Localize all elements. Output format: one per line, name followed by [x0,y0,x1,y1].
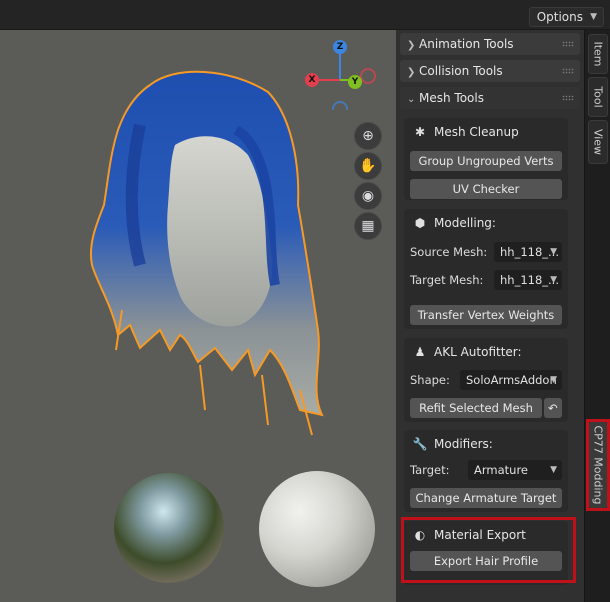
3d-viewport[interactable]: Z X Y ⊕ ✋ ◉ ▦ [0,30,396,602]
change-armature-target-button[interactable]: Change Armature Target [410,488,562,508]
pan-hand-icon[interactable]: ✋ [354,152,382,180]
refit-selected-mesh-button[interactable]: Refit Selected Mesh [410,398,542,418]
drag-grip-icon[interactable] [562,68,574,74]
axis-y-ball[interactable]: Y [348,75,362,89]
subpanel-akl-autofitter: ♟ AKL Autofitter: Shape: SoloArmsAddon ▼ R… [404,338,568,422]
panel-title: Mesh Tools [419,91,484,105]
subpanel-title: 🔧 Modifiers: [412,436,493,452]
options-dropdown[interactable]: Options ▼ [528,7,604,27]
undo-refit-button[interactable]: ↶ [544,398,562,418]
panel-collision-tools[interactable]: ❯ Collision Tools [400,60,580,82]
axis-z-label: Z [336,42,344,52]
subpanel-mesh-cleanup: ✱ Mesh Cleanup Group Ungrouped Verts UV C… [404,118,568,200]
subpanel-modifiers: 🔧 Modifiers: Target: Armature ▼ Change Arm… [404,430,568,512]
sidebar-tabs: Item Tool View CP77 Modding [584,30,610,602]
tab-tool[interactable]: Tool [588,77,608,117]
mesh-cleanup-title: Mesh Cleanup [434,125,519,139]
axis-x-ball[interactable]: X [305,73,319,87]
material-export-highlight-box [401,517,576,583]
armature-target-dropdown[interactable]: Armature ▼ [468,460,562,480]
tab-item[interactable]: Item [588,34,608,74]
navigation-gizmo[interactable]: Z X Y [300,40,380,110]
shape-label: Shape: [410,373,450,387]
panel-title: Animation Tools [419,37,514,51]
source-mesh-dropdown[interactable]: hh_118_... ▼ [494,242,562,262]
armature-target-value: Armature [474,463,528,477]
chevron-down-icon: ▼ [550,465,557,475]
figure-icon: ♟ [414,345,426,359]
panel-animation-tools[interactable]: ❯ Animation Tools [400,33,580,55]
autofitter-title: AKL Autofitter: [434,345,522,359]
chevron-right-icon: ❯ [407,40,416,51]
axis-y-label: Y [351,77,359,87]
wrench-icon: 🔧 [412,437,428,451]
drag-grip-icon[interactable] [562,41,574,47]
tab-view-label: View [591,128,605,156]
transfer-vertex-weights-button[interactable]: Transfer Vertex Weights [410,305,562,325]
header-bar: Options ▼ [0,0,610,30]
tab-view[interactable]: View [588,120,608,164]
asterisk-icon: ✱ [414,125,426,139]
chevron-down-icon: ▼ [550,375,557,385]
camera-icon[interactable]: ◉ [354,182,382,210]
target-mesh-label: Target Mesh: [410,273,484,287]
cp77-tab-highlight-box [586,419,610,511]
subpanel-modelling: ⬢ Modelling: Source Mesh: hh_118_... ▼ Tar… [404,209,568,329]
options-label: Options [536,10,583,24]
hdri-diffuse-sphere [259,471,375,587]
modelling-icon: ⬢ [414,216,426,230]
tab-item-label: Item [591,41,605,67]
subpanel-title: ♟ AKL Autofitter: [412,344,522,360]
drag-grip-icon[interactable] [562,95,574,101]
uv-checker-button[interactable]: UV Checker [410,179,562,199]
hdri-chrome-sphere [114,473,224,583]
grid-perspective-icon[interactable]: ▦ [354,212,382,240]
axis-z-ball[interactable]: Z [333,40,347,54]
chevron-down-icon: ▼ [550,247,557,257]
panel-title: Collision Tools [419,64,503,78]
chevron-down-icon: ⌄ [407,94,416,105]
modelling-title: Modelling: [434,216,496,230]
sidebar-panel: ❯ Animation Tools ❯ Collision Tools ⌄ Mesh … [396,30,584,602]
subpanel-title: ⬢ Modelling: [412,215,496,231]
target-mesh-dropdown[interactable]: hh_118_... ▼ [494,270,562,290]
target-label: Target: [410,463,450,477]
modifiers-title: Modifiers: [434,437,493,451]
shape-dropdown[interactable]: SoloArmsAddon ▼ [460,370,562,390]
shape-value: SoloArmsAddon [466,373,557,387]
source-mesh-label: Source Mesh: [410,245,488,259]
panel-mesh-tools[interactable]: ⌄ Mesh Tools [400,87,580,109]
chevron-down-icon: ▼ [590,12,597,22]
chevron-right-icon: ❯ [407,67,416,78]
undo-icon: ↶ [548,401,558,415]
zoom-icon[interactable]: ⊕ [354,122,382,150]
chevron-down-icon: ▼ [550,275,557,285]
tab-tool-label: Tool [591,86,605,108]
axis-x-label: X [308,75,316,85]
subpanel-title: ✱ Mesh Cleanup [412,124,519,140]
group-ungrouped-verts-button[interactable]: Group Ungrouped Verts [410,151,562,171]
